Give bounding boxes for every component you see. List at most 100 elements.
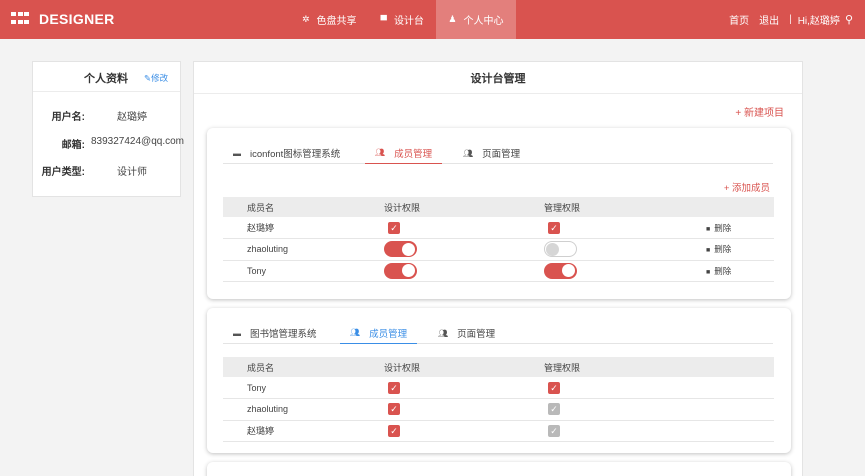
divider — [194, 93, 802, 94]
panel-title: 设计台管理 — [470, 73, 526, 85]
profile-card: 个人资料 ✎修改 用户名: 赵璐婷 邮箱: 839327424@qq.com 用… — [32, 61, 184, 197]
project-card — [207, 462, 791, 476]
username-label: 用户名: — [51, 112, 85, 123]
tab-project-name[interactable]: ▬ 图书馆管理系统 — [233, 322, 317, 344]
users-icon: 👥︎ — [438, 328, 449, 338]
admin-permission-checkbox[interactable]: ✓ — [548, 403, 560, 416]
design-permission-checkbox[interactable]: ✓ — [388, 403, 400, 416]
profile-title: 个人资料 — [84, 73, 128, 85]
member-name: Tony — [223, 260, 384, 282]
col-admin-permission: 管理权限 — [544, 357, 704, 377]
admin-permission-toggle[interactable] — [544, 262, 577, 279]
tab-members[interactable]: 👥︎ 成员管理 — [365, 142, 442, 164]
delete-button[interactable]: ■ 删除 — [704, 260, 774, 282]
project-card: ▬ iconfont图标管理系统 👥︎ 成员管理 👥︎ 页面管理 + 添加成员 … — [207, 128, 791, 299]
delete-label: 删除 — [714, 222, 732, 233]
tab-pages[interactable]: 👥︎ 页面管理 — [463, 142, 520, 164]
design-permission-checkbox[interactable]: ✓ — [388, 221, 400, 234]
trash-icon: ■ — [706, 247, 711, 255]
email-value: 839327424@qq.com — [91, 136, 184, 147]
folder-icon: ▬ — [233, 328, 241, 338]
design-desk-panel: 设计台管理 + 新建项目 ▬ iconfont图标管理系统 👥︎ 成员管理 👥︎… — [193, 61, 803, 476]
edit-profile-link[interactable]: ✎修改 — [144, 72, 168, 84]
delete-label: 删除 — [714, 244, 732, 255]
email-label: 邮箱: — [61, 140, 85, 151]
member-name: Tony — [223, 377, 384, 399]
top-navbar: DESIGNER ✲ 色盘共享 ▀ 设计台 ♟ 个人中心 首页 退出 | Hi,… — [0, 0, 865, 39]
member-name: zhaoluting — [223, 398, 384, 421]
table-row: Tony ✓ ✓ — [223, 377, 774, 399]
add-member-button[interactable]: + 添加成员 — [724, 180, 770, 194]
user-greeting[interactable]: Hi,赵璐婷 — [798, 12, 840, 27]
table-row: zhaoluting ■ 删除 — [223, 238, 774, 261]
tab-label: 图书馆管理系统 — [250, 329, 317, 340]
admin-permission-checkbox[interactable]: ✓ — [548, 381, 560, 394]
nav-personal-center[interactable]: ♟ 个人中心 — [435, 0, 516, 39]
delete-label: 删除 — [714, 265, 732, 276]
admin-permission-checkbox[interactable]: ✓ — [548, 424, 560, 437]
header-right-links: 首页 退出 | Hi,赵璐婷 ⚲ — [719, 0, 853, 39]
logo[interactable]: DESIGNER — [11, 11, 115, 27]
admin-permission-checkbox[interactable]: ✓ — [548, 221, 560, 234]
design-permission-toggle[interactable] — [384, 241, 417, 258]
tab-label: 成员管理 — [394, 148, 433, 160]
nav-label: 个人中心 — [463, 16, 504, 27]
tab-label: 页面管理 — [482, 149, 521, 160]
nav-design-desk[interactable]: ▀ 设计台 — [369, 0, 436, 39]
tab-project-name[interactable]: ▬ iconfont图标管理系统 — [233, 142, 340, 164]
design-permission-checkbox[interactable]: ✓ — [388, 424, 400, 437]
col-member-name: 成员名 — [223, 357, 384, 377]
design-permission-checkbox[interactable]: ✓ — [388, 381, 400, 394]
tab-label: 页面管理 — [457, 329, 496, 340]
member-name: zhaoluting — [223, 238, 384, 261]
palette-icon: ✲ — [302, 14, 310, 24]
table-row: 赵璐婷 ✓ ✓ ■ 删除 — [223, 217, 774, 239]
grid-menu-icon — [11, 12, 29, 26]
member-name: 赵璐婷 — [223, 420, 384, 442]
home-link[interactable]: 首页 — [729, 12, 749, 27]
design-permission-toggle[interactable] — [384, 262, 417, 279]
header-separator: | — [789, 14, 792, 25]
col-admin-permission: 管理权限 — [544, 197, 704, 217]
col-actions — [704, 197, 774, 217]
user-icon: ♟ — [448, 14, 457, 24]
desk-icon: ▀ — [380, 14, 387, 25]
nav-label: 设计台 — [393, 16, 424, 27]
edit-label: 修改 — [151, 73, 169, 83]
username-value: 赵璐婷 — [117, 112, 147, 123]
tab-label: iconfont图标管理系统 — [250, 149, 341, 160]
project-card: ▬ 图书馆管理系统 👥︎ 成员管理 👥︎ 页面管理 成员名 设计权限 管理权限 — [207, 308, 791, 453]
logout-link[interactable]: 退出 — [759, 12, 779, 27]
logo-text: DESIGNER — [39, 11, 115, 27]
usertype-value: 设计师 — [117, 167, 147, 178]
project-tabs: ▬ 图书馆管理系统 👥︎ 成员管理 👥︎ 页面管理 — [223, 322, 773, 344]
trash-icon: ■ — [706, 268, 711, 276]
tab-label: 成员管理 — [369, 328, 408, 340]
table-header-row: 成员名 设计权限 管理权限 — [223, 197, 774, 217]
col-member-name: 成员名 — [223, 197, 384, 217]
profile-card-header: 个人资料 ✎修改 — [33, 62, 180, 92]
col-design-permission: 设计权限 — [384, 357, 544, 377]
trash-icon: ■ — [706, 225, 711, 233]
folder-icon: ▬ — [233, 148, 241, 158]
member-name: 赵璐婷 — [223, 217, 384, 239]
main-nav: ✲ 色盘共享 ▀ 设计台 ♟ 个人中心 — [290, 0, 516, 39]
delete-button[interactable]: ■ 删除 — [704, 238, 774, 261]
delete-button[interactable]: ■ 删除 — [704, 217, 774, 239]
users-icon: 👥︎ — [374, 148, 386, 157]
nav-palette-share[interactable]: ✲ 色盘共享 — [290, 0, 369, 39]
members-table: 成员名 设计权限 管理权限 赵璐婷 ✓ ✓ ■ 删除 zhaoluting ■ … — [223, 197, 774, 282]
tab-pages[interactable]: 👥︎ 页面管理 — [438, 322, 495, 344]
search-icon[interactable]: ⚲ — [845, 13, 853, 26]
table-row: zhaoluting ✓ ✓ — [223, 398, 774, 421]
tab-members[interactable]: 👥︎ 成员管理 — [340, 322, 417, 344]
project-tabs: ▬ iconfont图标管理系统 👥︎ 成员管理 👥︎ 页面管理 — [223, 142, 773, 164]
users-icon: 👥︎ — [463, 148, 474, 158]
col-design-permission: 设计权限 — [384, 197, 544, 217]
nav-label: 色盘共享 — [316, 16, 357, 27]
col-actions — [704, 357, 774, 377]
new-project-button[interactable]: + 新建项目 — [735, 104, 784, 119]
table-header-row: 成员名 设计权限 管理权限 — [223, 357, 774, 377]
users-icon: 👥︎ — [349, 328, 361, 337]
admin-permission-toggle[interactable] — [544, 241, 577, 258]
